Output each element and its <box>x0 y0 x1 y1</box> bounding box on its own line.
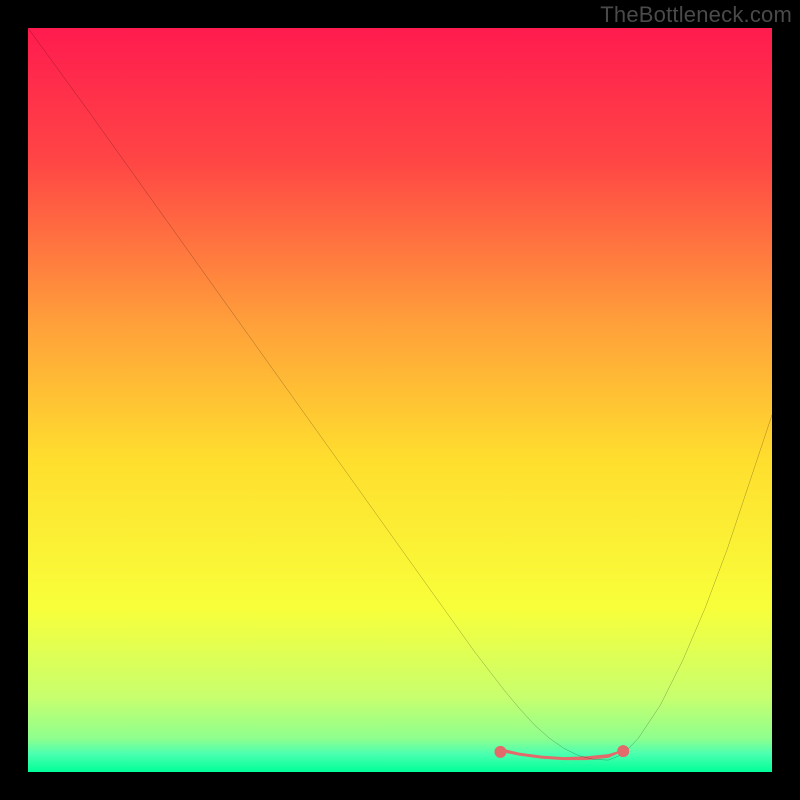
chart-frame: TheBottleneck.com <box>0 0 800 800</box>
watermark-text: TheBottleneck.com <box>600 2 792 28</box>
plot-background <box>28 28 772 772</box>
optimal-zone-right-end <box>617 745 629 757</box>
bottleneck-chart <box>28 28 772 772</box>
optimal-zone-left-end <box>494 746 506 758</box>
